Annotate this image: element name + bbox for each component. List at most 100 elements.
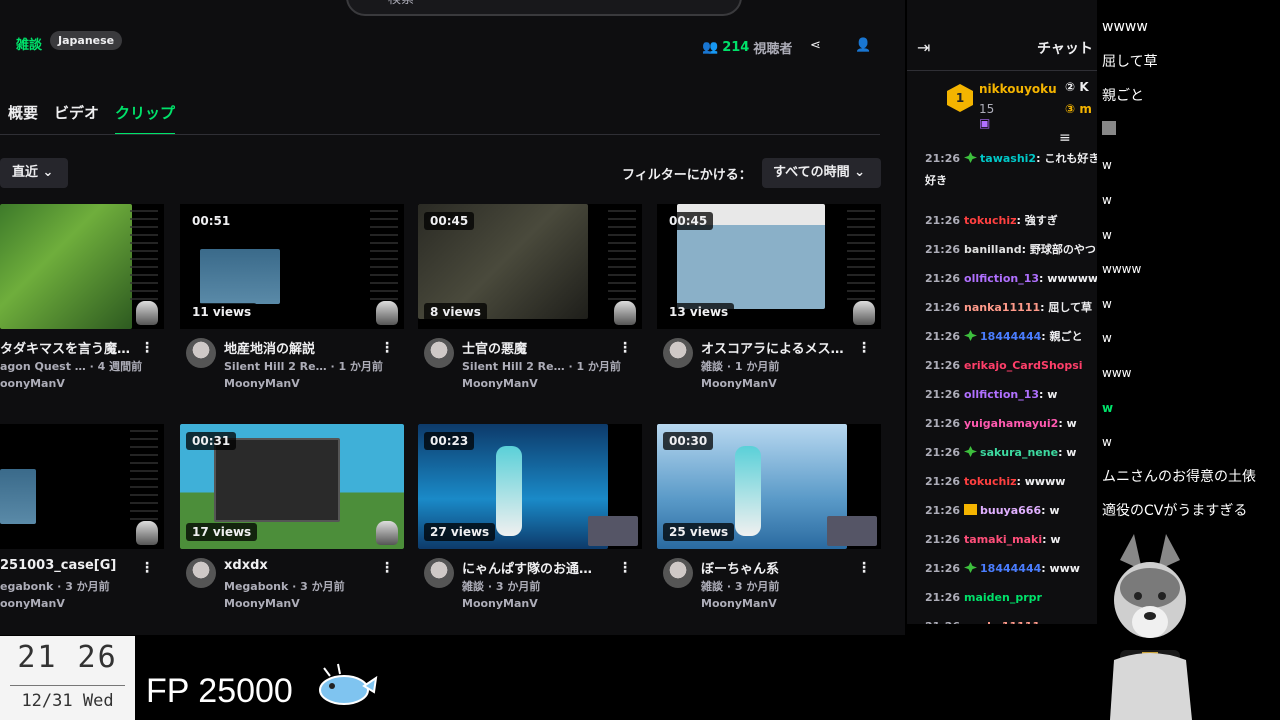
husky-icon [376,301,398,325]
clip-card[interactable]: 00:45 13 views オスコアラによるメス… 雑談 · 1 か月前 Mo… [657,204,881,404]
chat-message: 21:26 tawashi2: これも好き 好き [925,148,1097,206]
tab-clips[interactable]: クリップ [115,102,176,135]
clip-card[interactable]: 00:31 17 views xdxdx Megabonk · 3 か月前 Mo… [180,424,404,624]
message-username[interactable]: sakura_nene [980,446,1058,459]
message-time: 21:26 [925,359,961,372]
clip-thumbnail[interactable]: 00:31 17 views [180,424,404,549]
clip-thumbnail[interactable]: 00:45 13 views [657,204,881,329]
more-options-icon[interactable]: ⋮ [380,340,394,356]
message-time: 21:26 [925,152,961,165]
chat-title: チャット [1037,41,1093,57]
message-username[interactable]: nanka11111 [964,301,1040,314]
filter-icon[interactable]: ≡ [1059,130,1071,146]
message-username[interactable]: yuigahamayui2 [964,417,1058,430]
message-username[interactable]: ollfiction_13 [964,388,1039,401]
clip-thumbnail[interactable]: 00:30 25 views [657,424,881,549]
chat-panel: ⇥ チャット 1 nikkouyoku 15 ▣ ② K ③ m ≡ 21:26… [907,0,1097,624]
message-username[interactable]: nanka11111 [964,620,1040,624]
clip-channel[interactable]: MoonyManV [701,377,777,390]
collapse-chat-icon[interactable]: ⇥ [917,38,930,57]
share-icon[interactable]: ⋖ [810,38,821,53]
message-username[interactable]: tokuchiz [964,475,1017,488]
clip-thumbnail[interactable]: 00:23 27 views [418,424,642,549]
message-username[interactable]: tawashi2 [980,152,1036,165]
message-text: : w [1042,533,1061,546]
clip-title[interactable]: 地産地消の解説 [224,338,384,357]
leaderboard-third[interactable]: ③ m [1065,102,1092,116]
message-username[interactable]: buuya666 [980,504,1041,517]
clip-channel[interactable]: oonyManV [0,377,65,390]
message-username[interactable]: maiden_prpr [964,591,1042,604]
more-options-icon[interactable]: ⋮ [140,340,154,356]
follow-user-icon[interactable]: 👤 [855,38,871,53]
clip-duration: 00:23 [424,432,475,450]
avatar[interactable] [663,558,693,588]
message-username[interactable]: tokuchiz [964,214,1017,227]
more-options-icon[interactable]: ⋮ [140,560,154,576]
husky-icon [853,301,875,325]
message-time: 21:26 [925,504,961,517]
more-options-icon[interactable]: ⋮ [857,340,871,356]
clip-views: 13 views [663,303,735,321]
clip-card[interactable]: タダキマスを言う魔… agon Quest … · 4 週間前 oonyManV… [0,204,164,404]
clip-title[interactable]: 251003_case[G] [0,558,160,573]
message-time: 21:26 [925,388,961,401]
message-username[interactable]: ollfiction_13 [964,272,1039,285]
clip-channel[interactable]: MoonyManV [701,597,777,610]
avatar[interactable] [663,338,693,368]
clip-title[interactable]: タダキマスを言う魔… [0,338,160,357]
more-options-icon[interactable]: ⋮ [618,340,632,356]
search-input[interactable]: ⌕ 検索 [346,0,742,16]
clip-title[interactable]: にゃんぱす隊のお通… [462,558,622,577]
clip-title[interactable]: 士官の悪魔 [462,338,622,357]
message-username[interactable]: banilland [964,243,1022,256]
clip-title[interactable]: オスコアラによるメス… [701,338,861,357]
clip-thumbnail[interactable] [0,204,164,329]
clip-channel[interactable]: MoonyManV [462,597,538,610]
clip-card[interactable]: 00:23 27 views にゃんぱす隊のお通… 雑談 · 3 か月前 Moo… [418,424,642,624]
clip-channel[interactable]: oonyManV [0,597,65,610]
clip-channel[interactable]: MoonyManV [462,377,538,390]
overlay-comment: w [1102,227,1112,242]
overlay-comment: w [1102,158,1112,173]
time-filter-dropdown[interactable]: すべての時間 ⌄ [762,158,881,188]
husky-icon [376,521,398,545]
leaderboard-second[interactable]: ② K [1065,80,1089,94]
clip-title[interactable]: xdxdx [224,558,384,573]
badge-icon [964,446,978,457]
message-username[interactable]: 18444444 [980,562,1041,575]
clip-thumbnail[interactable]: 00:45 8 views [418,204,642,329]
clip-card[interactable]: 251003_case[G] egabonk · 3 か月前 oonyManV … [0,424,164,624]
more-options-icon[interactable]: ⋮ [618,560,632,576]
sort-dropdown[interactable]: 直近 ⌄ [0,158,68,188]
message-username[interactable]: 18444444 [980,330,1041,343]
filter-value: すべての時間 [773,165,850,180]
overlay-comment: w [1102,400,1114,415]
language-tag[interactable]: Japanese [50,31,123,50]
message-username[interactable]: tamaki_maki [964,533,1042,546]
chat-message: 21:26 buuya666: w [925,496,1097,525]
tab-about[interactable]: 概要 [8,102,38,135]
more-options-icon[interactable]: ⋮ [857,560,871,576]
clip-views: 8 views [424,303,487,321]
category-link[interactable]: 雑談 [16,34,42,53]
chevron-down-icon: ⌄ [854,165,866,180]
message-text: : w [1040,620,1058,624]
avatar[interactable] [186,338,216,368]
more-options-icon[interactable]: ⋮ [380,560,394,576]
clip-thumbnail[interactable] [0,424,164,549]
clip-card[interactable]: 00:51 11 views 地産地消の解説 Silent Hill 2 Re…… [180,204,404,404]
clip-channel[interactable]: MoonyManV [224,597,300,610]
clip-channel[interactable]: MoonyManV [224,377,300,390]
message-username[interactable]: erikajo_CardShopsi [964,359,1083,372]
clip-thumbnail[interactable]: 00:51 11 views [180,204,404,329]
tab-videos[interactable]: ビデオ [54,102,99,135]
avatar[interactable] [424,558,454,588]
chat-message: 21:26 erikajo_CardShopsi [925,351,1097,380]
clip-card[interactable]: 00:45 8 views 士官の悪魔 Silent Hill 2 Re… · … [418,204,642,404]
clip-card[interactable]: 00:30 25 views ぼーちゃん系 雑談 · 3 か月前 MoonyMa… [657,424,881,624]
clip-title[interactable]: ぼーちゃん系 [701,558,861,577]
avatar[interactable] [186,558,216,588]
avatar[interactable] [424,338,454,368]
husky-webcam [1110,534,1192,720]
